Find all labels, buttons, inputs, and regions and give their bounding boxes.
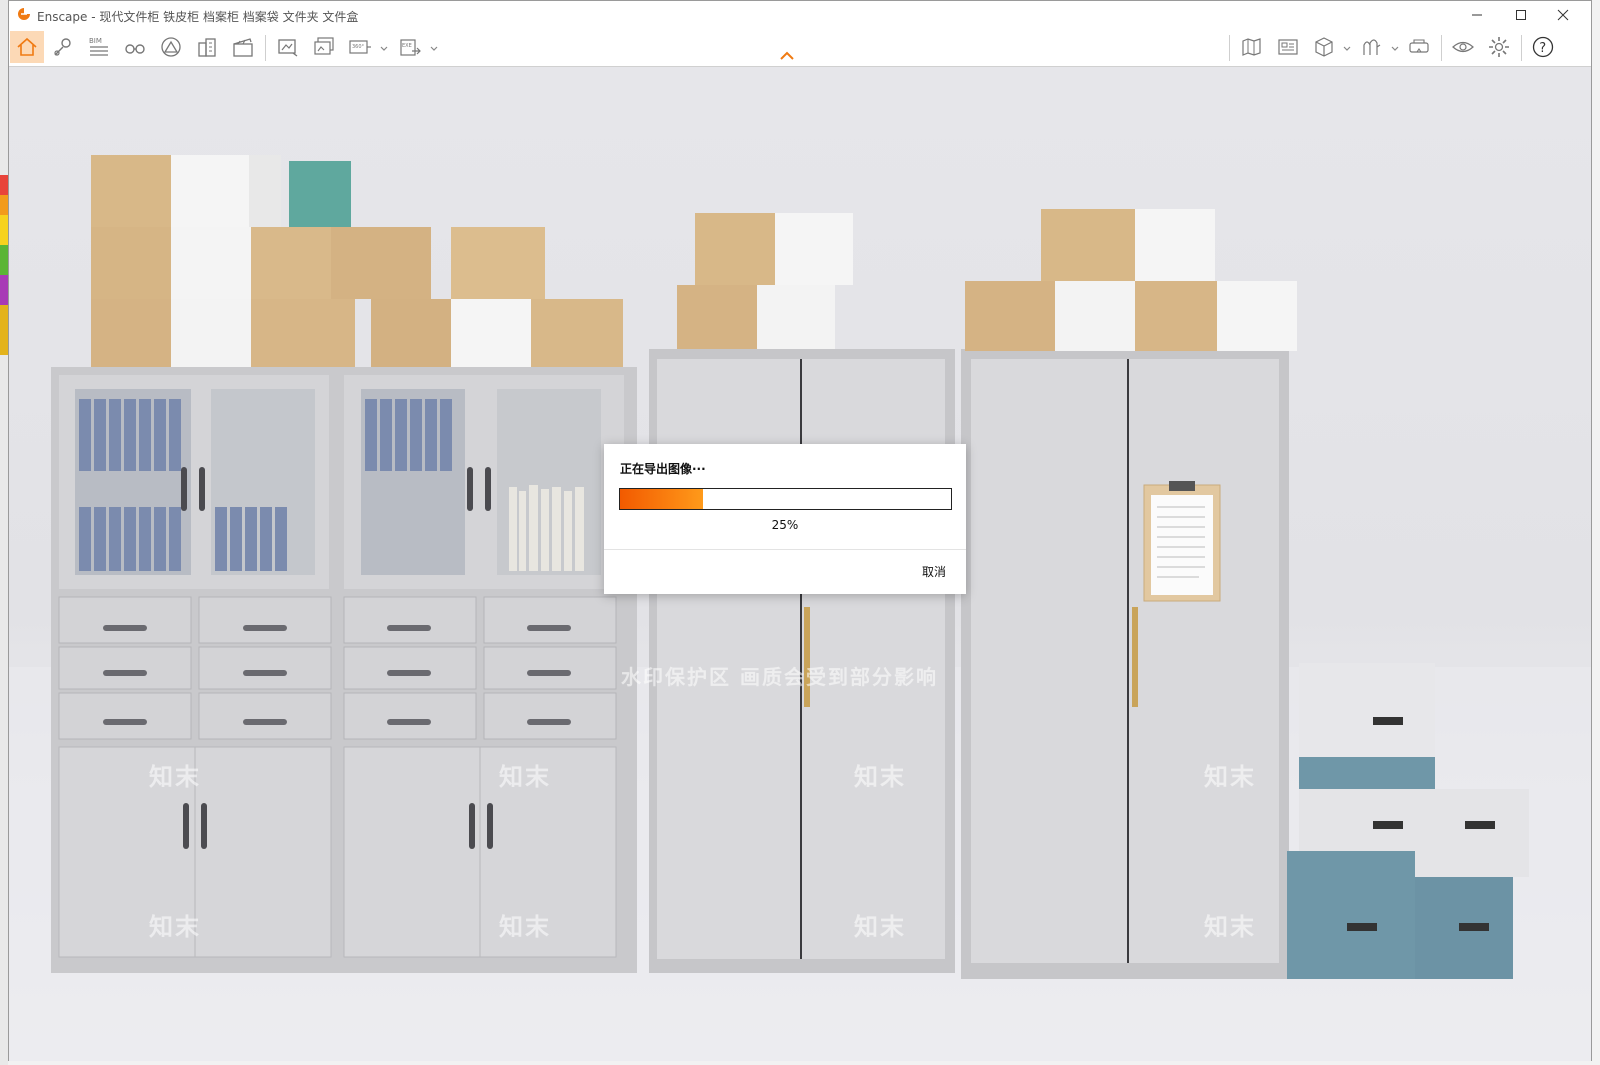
map-pin-icon (54, 38, 71, 56)
material-editor-icon (1363, 39, 1381, 55)
atmosphere-button[interactable] (154, 31, 188, 63)
chevron-down-icon[interactable] (430, 45, 438, 53)
mountain-icon (161, 37, 181, 57)
desktop-edge-swatch-gold (0, 305, 8, 355)
watermark-brand: 知末 (499, 763, 551, 791)
svg-text:360°: 360° (352, 44, 365, 50)
asset-library-icon (1278, 39, 1298, 55)
export-exe-icon: EXE (400, 39, 421, 56)
buildings-button[interactable] (190, 31, 224, 63)
bim-button[interactable]: BIM (82, 31, 116, 63)
svg-text:EXE: EXE (402, 43, 412, 49)
minimize-button[interactable] (1455, 1, 1499, 29)
minimize-icon (1472, 14, 1482, 16)
watermark-brand: 知末 (1204, 913, 1256, 941)
svg-text:BIM: BIM (89, 37, 102, 45)
stacked-boxes-right (965, 209, 1297, 351)
settings-button[interactable] (1482, 31, 1516, 63)
toolbar-separator (1229, 35, 1230, 61)
panorama-button[interactable]: 360° (343, 31, 377, 63)
enscape-toolbar: BIM 360° EXE ? (9, 29, 1591, 67)
screenshot-icon (278, 39, 298, 57)
clapperboard-icon (233, 38, 253, 57)
export-progress-bar (619, 488, 952, 510)
desktop-edge-swatch-green (0, 245, 8, 275)
cube-view-button[interactable] (1307, 31, 1341, 63)
video-editor-button[interactable] (226, 31, 260, 63)
desktop-edge-swatch-orange (0, 195, 8, 215)
toolbar-separator (265, 35, 266, 61)
watermark-notice: 水印保护区 画质会受到部分影响 (621, 665, 938, 689)
toolbar-separator (1521, 35, 1522, 61)
home-button[interactable] (10, 31, 44, 63)
collapse-toolbar-chevron-up-icon[interactable] (779, 51, 795, 61)
buildings-icon (198, 38, 216, 57)
desktop-edge (0, 0, 8, 1065)
dialog-title: 正在导出图像··· (620, 462, 706, 476)
batch-render-button[interactable] (307, 31, 341, 63)
binoculars-button[interactable] (118, 31, 152, 63)
stacked-boxes-middle (677, 213, 853, 349)
vr-button[interactable] (1402, 31, 1436, 63)
bim-icon: BIM (89, 37, 108, 56)
panorama-360-icon: 360° (349, 40, 371, 54)
views-button[interactable] (46, 31, 80, 63)
cube-view-icon (1315, 37, 1333, 57)
home-icon (17, 37, 37, 56)
vr-headset-icon (1409, 39, 1429, 53)
export-exe-button[interactable]: EXE (393, 31, 427, 63)
window-title: Enscape - 现代文件柜 铁皮柜 档案柜 档案袋 文件夹 文件盒 (37, 10, 359, 24)
desktop-edge-swatch-yellow (0, 215, 8, 245)
map-view-button[interactable] (1235, 31, 1269, 63)
close-icon (1557, 9, 1569, 21)
chevron-down-icon[interactable] (380, 45, 388, 53)
desktop-edge-swatch-purple (0, 275, 8, 305)
watermark-brand: 知末 (499, 913, 551, 941)
watermark-brand: 知末 (149, 763, 201, 791)
cancel-button[interactable]: 取消 (922, 563, 946, 580)
settings-gear-icon (1489, 37, 1509, 57)
desktop-edge-swatch-red (0, 175, 8, 195)
watermark-brand: 知末 (149, 913, 201, 941)
progress-fill (620, 489, 703, 509)
close-button[interactable] (1541, 1, 1585, 29)
watermark-brand: 知末 (1204, 763, 1256, 791)
batch-render-icon (314, 37, 334, 55)
visual-settings-button[interactable] (1446, 31, 1480, 63)
visual-settings-icon (1452, 41, 1474, 53)
svg-text:?: ? (1539, 41, 1546, 56)
chevron-down-icon[interactable] (1391, 45, 1399, 53)
chevron-down-icon[interactable] (1343, 45, 1351, 53)
stacked-boxes-left (91, 155, 623, 367)
map-view-icon (1242, 38, 1261, 56)
asset-library-button[interactable] (1271, 31, 1305, 63)
maximize-button[interactable] (1499, 1, 1543, 29)
enscape-logo-icon (18, 8, 30, 20)
help-button[interactable]: ? (1526, 31, 1560, 63)
cabinet-glass-left (51, 367, 637, 973)
watermark-brand: 知末 (854, 763, 906, 791)
cabinet-tall-right (961, 349, 1289, 979)
material-editor-button[interactable] (1355, 31, 1389, 63)
render-viewport[interactable]: 水印保护区 画质会受到部分影响 知末 知末 知末 知末 知末 知末 知末 知末 … (9, 67, 1591, 1061)
progress-percent-label: 25% (771, 518, 799, 532)
watermark-brand: 知末 (854, 913, 906, 941)
binoculars-icon (125, 44, 145, 54)
desktop-bottom-edge (8, 1061, 1592, 1065)
toolbar-separator (1441, 35, 1442, 61)
export-progress-dialog: 正在导出图像··· 25% 取消 (604, 444, 966, 594)
dialog-divider (604, 549, 966, 550)
help-icon: ? (1532, 36, 1554, 58)
screenshot-button[interactable] (271, 31, 305, 63)
title-bar: Enscape - 现代文件柜 铁皮柜 档案柜 档案袋 文件夹 文件盒 (9, 1, 1591, 29)
maximize-icon (1516, 10, 1526, 20)
enscape-window: Enscape - 现代文件柜 铁皮柜 档案柜 档案袋 文件夹 文件盒 BIM (8, 0, 1592, 1061)
